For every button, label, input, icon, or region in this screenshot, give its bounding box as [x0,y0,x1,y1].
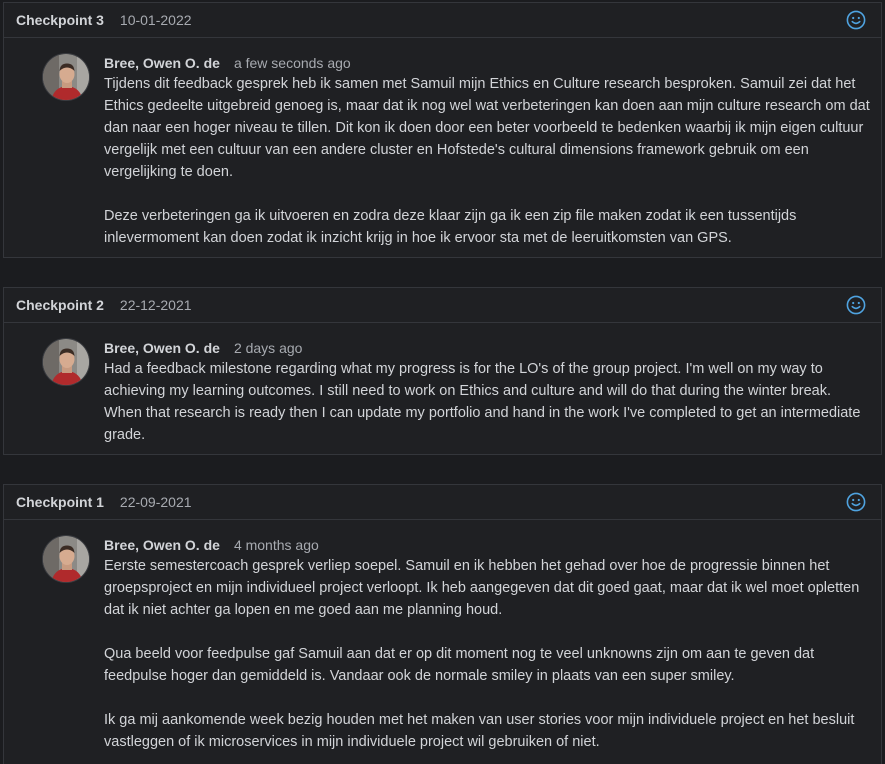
checkpoint-date: 22-09-2021 [119,494,192,510]
comment-paragraph: Qua beeld voor feedpulse gaf Samuil aan … [104,646,815,684]
author-name[interactable]: Bree, Owen O. de [104,340,220,356]
checkpoint-header: Checkpoint 2 22-12-2021 [4,288,881,323]
checkpoint-header: Checkpoint 1 22-09-2021 [4,485,881,520]
checkpoint-card: Checkpoint 3 10-01-2022 Bree, Owen O. de… [3,2,882,258]
checkpoint-header: Checkpoint 3 10-01-2022 [4,3,881,38]
smiley-icon[interactable] [846,295,866,315]
comment-time: 4 months ago [233,537,319,553]
comment-paragraph: Had a feedback milestone regarding what … [104,361,861,443]
comment-time: a few seconds ago [233,55,351,71]
comment: Bree, Owen O. de 4 months ago Eerste seme… [104,535,871,753]
smiley-icon[interactable] [846,10,866,30]
checkpoint-date: 10-01-2022 [119,12,192,28]
comment-paragraph: Eerste semestercoach gesprek verliep soe… [104,558,860,618]
avatar[interactable] [42,535,90,583]
checkpoint-card: Checkpoint 2 22-12-2021 Bree, Owen O. de… [3,287,882,455]
comment-meta: Bree, Owen O. de 2 days ago [104,338,871,358]
feedback-list: Checkpoint 3 10-01-2022 Bree, Owen O. de… [0,0,885,764]
checkpoint-title: Checkpoint 1 [16,494,104,510]
avatar[interactable] [42,53,90,101]
comment-paragraph: Ik ga mij aankomende week bezig houden m… [104,712,855,750]
comment-meta: Bree, Owen O. de a few seconds ago [104,53,871,73]
smiley-icon[interactable] [846,492,866,512]
author-name[interactable]: Bree, Owen O. de [104,55,220,71]
comment-meta: Bree, Owen O. de 4 months ago [104,535,871,555]
comment-paragraph: Deze verbeteringen ga ik uitvoeren en zo… [104,208,797,246]
author-name[interactable]: Bree, Owen O. de [104,537,220,553]
avatar[interactable] [42,338,90,386]
comment: Bree, Owen O. de a few seconds ago Tijden… [104,53,871,249]
checkpoint-title: Checkpoint 2 [16,297,104,313]
checkpoint-date: 22-12-2021 [119,297,192,313]
comment-paragraph: Tijdens dit feedback gesprek heb ik same… [104,76,870,180]
checkpoint-title: Checkpoint 3 [16,12,104,28]
comment: Bree, Owen O. de 2 days ago Had a feedbac… [104,338,871,446]
comment-time: 2 days ago [233,340,303,356]
checkpoint-card: Checkpoint 1 22-09-2021 Bree, Owen O. de… [3,484,882,764]
